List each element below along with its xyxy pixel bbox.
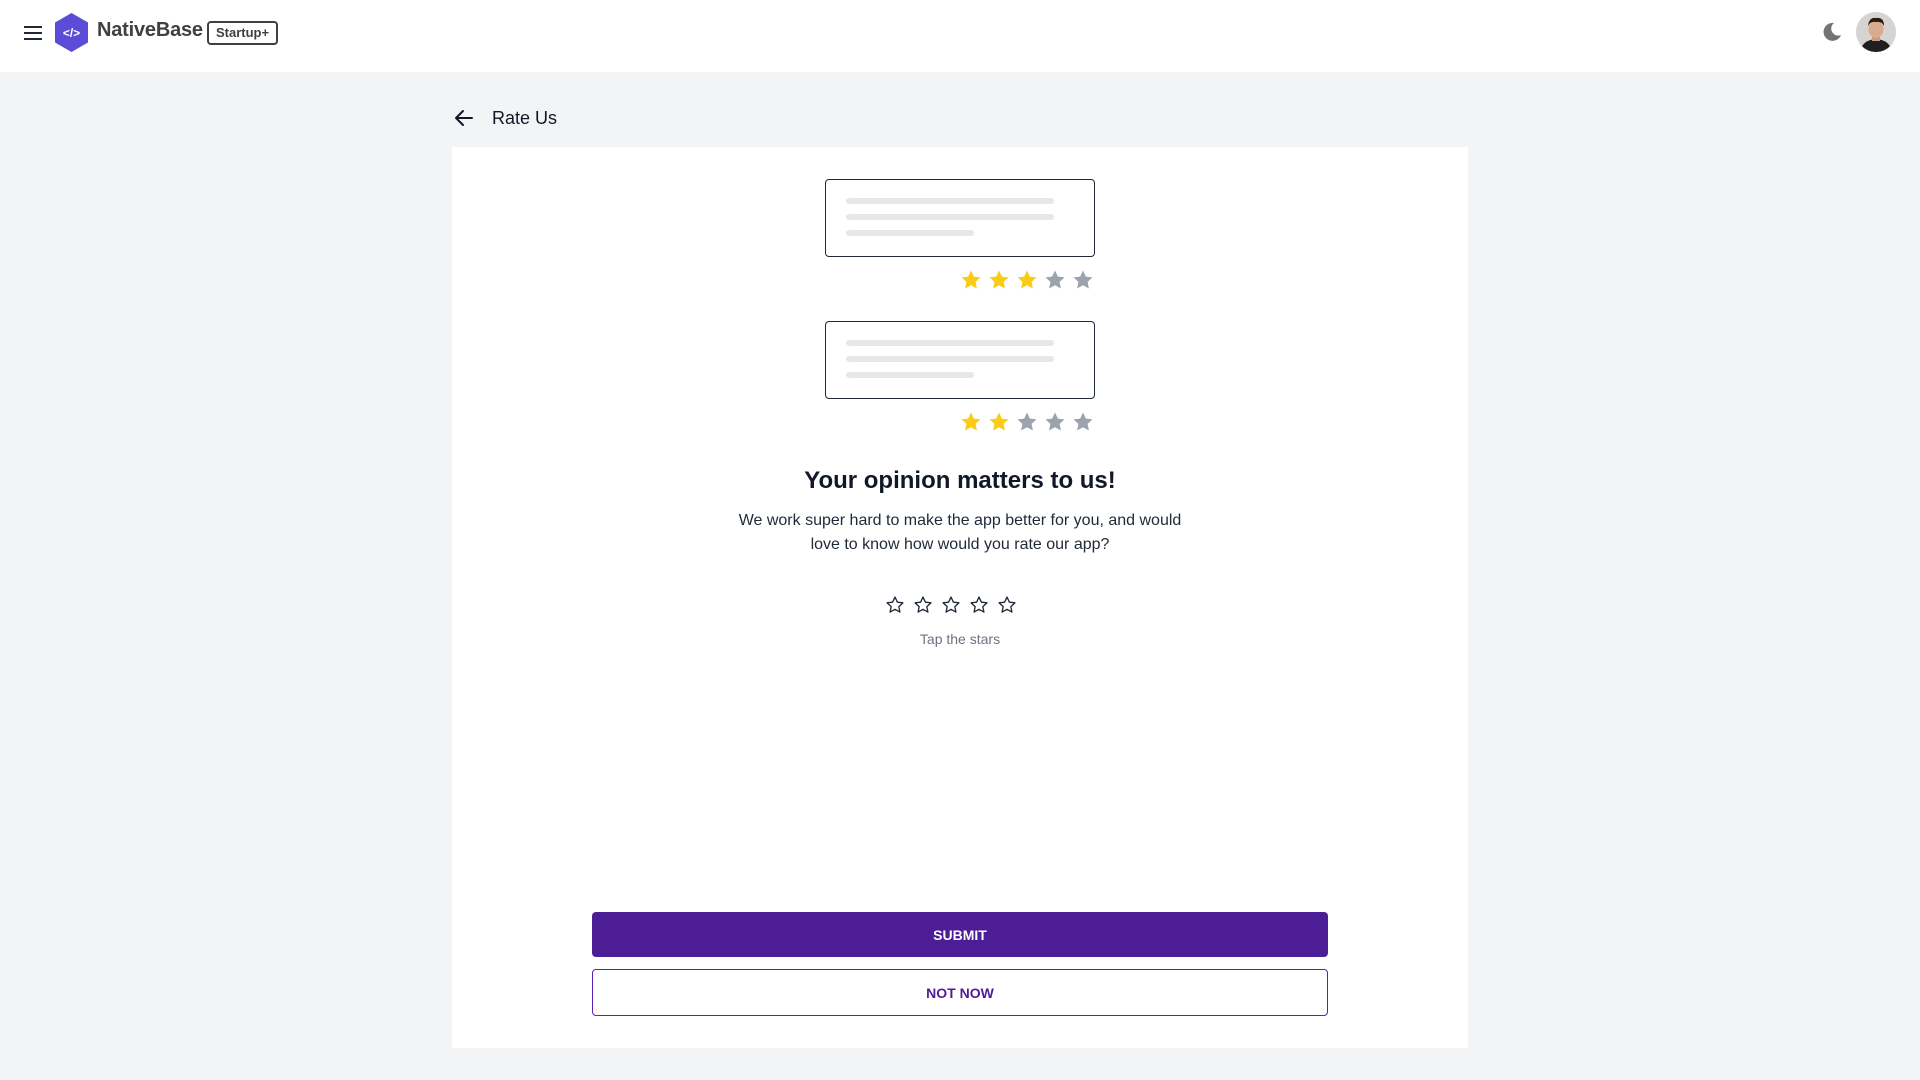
hamburger-menu-icon[interactable]: [20, 20, 46, 46]
star-outline-icon[interactable]: [885, 595, 905, 615]
star-icon: [1045, 412, 1065, 431]
page-title: Rate Us: [492, 107, 558, 128]
star-icon: [1073, 412, 1093, 431]
rating-input[interactable]: [885, 595, 1017, 615]
not-now-button[interactable]: NOT NOW: [592, 969, 1328, 1016]
star-icon: [1045, 270, 1065, 289]
star-outline-icon[interactable]: [969, 595, 989, 615]
svg-text:</>: </>: [63, 26, 80, 40]
star-icon: [961, 270, 981, 289]
brand-name: NativeBase: [97, 19, 203, 41]
rating-description: We work super hard to make the app bette…: [738, 512, 1182, 553]
star-outline-icon[interactable]: [941, 595, 961, 615]
review-illustration-box: [825, 321, 1095, 399]
plan-badge: Startup+: [207, 21, 279, 45]
review-illustration-stars: [959, 268, 1095, 292]
star-outline-icon[interactable]: [997, 595, 1017, 615]
submit-button[interactable]: SUBMIT: [592, 912, 1328, 957]
nativebase-logo-icon: </>: [53, 12, 90, 53]
star-icon: [989, 412, 1009, 431]
review-illustration-box: [825, 179, 1095, 257]
review-illustration-stars: [959, 410, 1095, 434]
rate-us-card: Your opinion matters to us! We work supe…: [452, 147, 1468, 1048]
star-icon: [1017, 412, 1037, 431]
star-icon: [1073, 270, 1093, 289]
moon-icon[interactable]: [1820, 20, 1844, 44]
page-header: Rate Us: [452, 104, 557, 132]
top-navbar: </> NativeBase Startup+: [0, 0, 1920, 72]
star-outline-icon[interactable]: [913, 595, 933, 615]
arrow-left-icon[interactable]: [452, 106, 476, 130]
rating-heading: Your opinion matters to us!: [804, 467, 1116, 494]
star-icon: [1017, 270, 1037, 289]
star-icon: [989, 270, 1009, 289]
user-avatar[interactable]: [1856, 12, 1896, 52]
star-icon: [961, 412, 981, 431]
tap-hint: Tap the stars: [919, 631, 1001, 647]
